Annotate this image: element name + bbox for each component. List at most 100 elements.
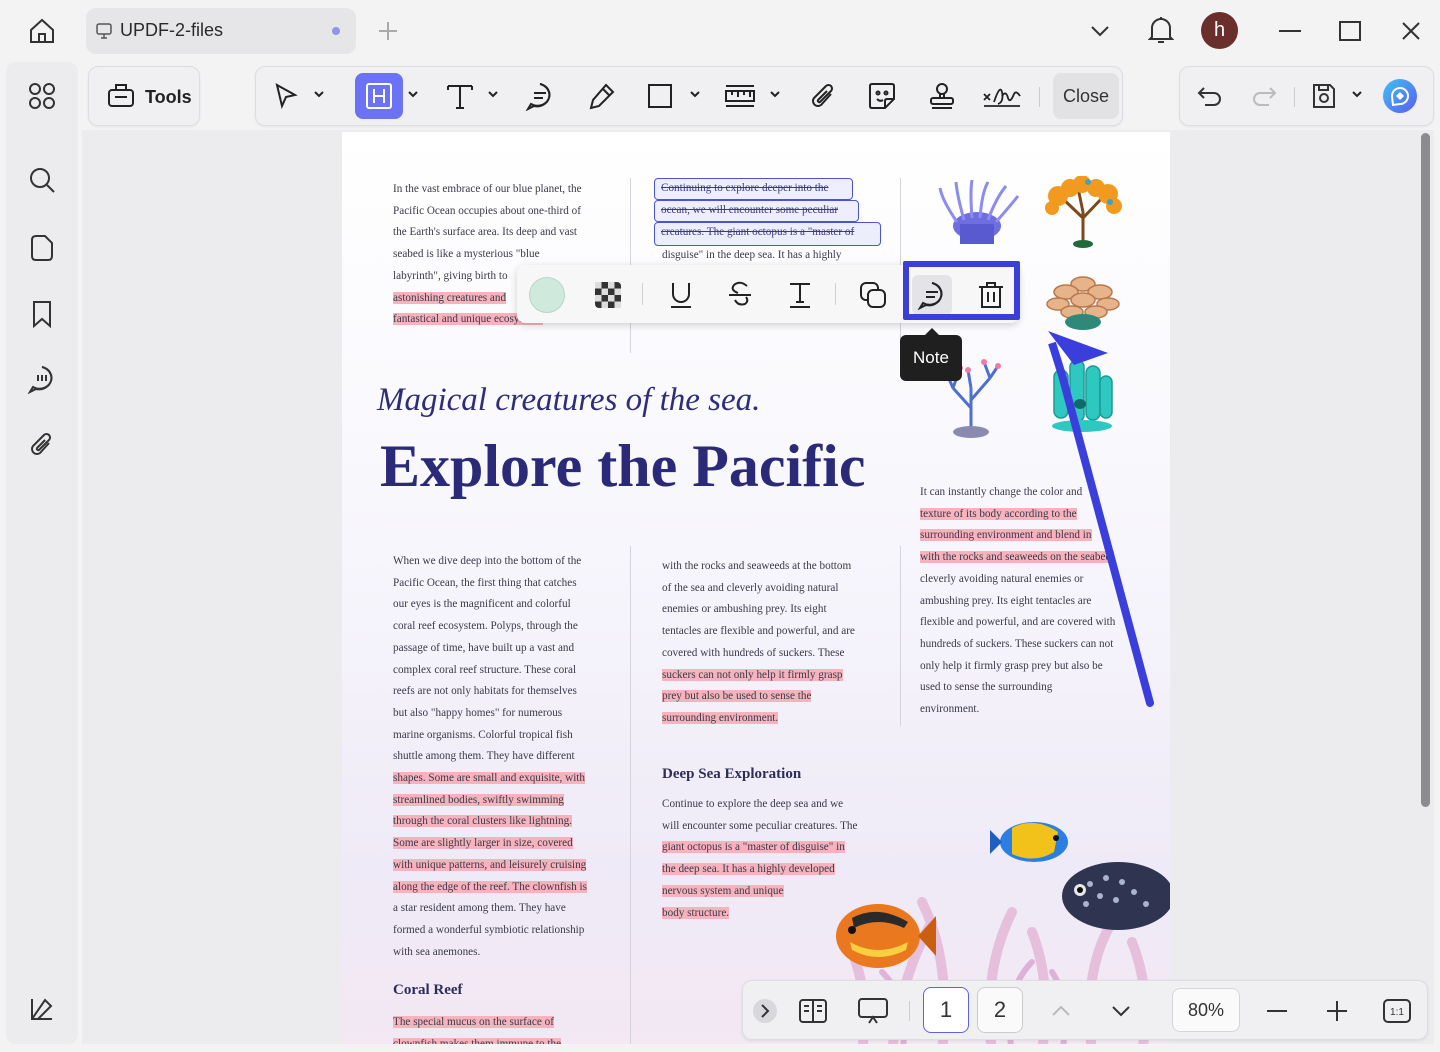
body-text: with the rocks and seaweeds at the botto… bbox=[662, 560, 852, 572]
avatar[interactable]: h bbox=[1201, 12, 1238, 49]
highlighted-text[interactable]: Some are slightly larger in size, covere… bbox=[393, 837, 573, 850]
redo-button[interactable] bbox=[1240, 73, 1288, 119]
highlighted-text[interactable]: along the edge of the reef. The clownfis… bbox=[393, 880, 587, 893]
previous-page-button[interactable] bbox=[1041, 991, 1081, 1031]
chevron-down-icon bbox=[1112, 1006, 1130, 1017]
highlighted-text[interactable]: suckers can not only help it firmly gras… bbox=[662, 668, 843, 681]
text-line: streamlined bodies, swiftly swimming bbox=[393, 790, 623, 812]
select-tool[interactable] bbox=[262, 73, 310, 119]
highlighted-text[interactable]: shapes. Some are small and exquisite, wi… bbox=[393, 772, 586, 785]
document-tab[interactable]: UPDF-2-files bbox=[86, 8, 356, 54]
minimize-icon[interactable] bbox=[1270, 11, 1310, 51]
underline-button[interactable] bbox=[661, 275, 701, 315]
next-page-button[interactable] bbox=[1101, 991, 1141, 1031]
selected-text-line[interactable]: creatures. The giant octopus is a "maste… bbox=[654, 222, 881, 246]
chevron-down-icon[interactable] bbox=[1350, 87, 1364, 101]
selected-text-line[interactable]: ocean, we will encounter some peculiar bbox=[654, 200, 859, 222]
text-column: with the rocks and seaweeds at the botto… bbox=[662, 556, 892, 730]
home-icon[interactable] bbox=[22, 11, 62, 51]
body-text: passage of time, have built up a vast an… bbox=[393, 641, 575, 654]
chevron-down-icon[interactable] bbox=[688, 87, 702, 101]
selected-text-line[interactable]: Continuing to explore deeper into the bbox=[654, 178, 853, 200]
undo-button[interactable] bbox=[1186, 73, 1234, 119]
page-2-button[interactable]: 2 bbox=[977, 987, 1023, 1033]
highlighted-text[interactable]: astonishing creatures and bbox=[393, 291, 507, 304]
ai-assistant-button[interactable] bbox=[1376, 73, 1424, 119]
body-text: complex coral reef structure. These cora… bbox=[393, 663, 577, 676]
sticker-tool[interactable] bbox=[858, 73, 906, 119]
toolbox-icon bbox=[108, 84, 134, 107]
copy-icon bbox=[860, 282, 886, 308]
measure-tool[interactable] bbox=[716, 73, 764, 119]
zoom-out-button[interactable] bbox=[1257, 991, 1297, 1031]
search-icon[interactable] bbox=[22, 160, 62, 200]
highlighted-text[interactable]: surrounding environment. bbox=[662, 711, 779, 724]
highlighted-text[interactable]: nervous system and unique bbox=[662, 884, 784, 897]
text-line: When we dive deep into the bottom of the bbox=[393, 551, 623, 573]
chevron-down-icon[interactable] bbox=[486, 87, 500, 101]
document-canvas[interactable]: In the vast embrace of our blue planet, … bbox=[82, 130, 1434, 1044]
popup-divider bbox=[835, 283, 836, 305]
strikethrough-button[interactable] bbox=[720, 275, 760, 315]
highlighted-text[interactable]: clownfish makes them immune to the bbox=[393, 1037, 562, 1044]
text-tool[interactable] bbox=[436, 73, 484, 119]
actual-size-button[interactable]: 1:1 bbox=[1377, 991, 1417, 1031]
signature-tool[interactable] bbox=[978, 73, 1026, 119]
tools-button[interactable]: Tools bbox=[88, 66, 200, 126]
bookmark-icon[interactable] bbox=[22, 294, 62, 334]
highlighted-text[interactable]: The special mucus on the surface of bbox=[393, 1016, 554, 1028]
pages-icon[interactable] bbox=[22, 228, 62, 268]
page-layout-button[interactable] bbox=[793, 991, 833, 1031]
close-tool-button[interactable]: Close bbox=[1053, 73, 1119, 119]
highlight-tool[interactable] bbox=[355, 73, 403, 119]
attachment-icon[interactable] bbox=[22, 425, 62, 465]
tabs-dropdown-chevron-icon[interactable] bbox=[1080, 11, 1120, 51]
vertical-scrollbar[interactable] bbox=[1421, 133, 1430, 807]
attach-file-tool[interactable] bbox=[799, 73, 847, 119]
maximize-icon[interactable] bbox=[1330, 11, 1370, 51]
zoom-in-button[interactable] bbox=[1317, 991, 1357, 1031]
body-text: of the sea and cleverly avoiding natural bbox=[662, 581, 839, 594]
highlighted-text[interactable]: prey but also be used to sense the bbox=[662, 690, 812, 703]
new-tab-plus-icon[interactable] bbox=[368, 11, 408, 51]
highlighted-text[interactable]: body structure. bbox=[662, 906, 730, 919]
presentation-button[interactable] bbox=[853, 991, 893, 1031]
chevron-down-icon[interactable] bbox=[312, 87, 326, 101]
highlighted-text[interactable]: streamlined bodies, swiftly swimming bbox=[393, 793, 564, 806]
color-picker-swatch[interactable] bbox=[527, 275, 567, 315]
left-sidebar bbox=[6, 62, 78, 1044]
strikethrough-icon bbox=[729, 281, 751, 306]
chevron-down-icon[interactable] bbox=[406, 87, 420, 101]
squiggly-text-button[interactable] bbox=[780, 275, 820, 315]
orange-coral-image bbox=[1045, 176, 1122, 248]
body-text: In the vast embrace of our blue planet, … bbox=[393, 183, 582, 195]
page-1-button[interactable]: 1 bbox=[923, 987, 969, 1033]
highlighted-text[interactable]: with unique patterns, and leisurely crui… bbox=[393, 858, 587, 871]
text-line: tentacles are flexible and powerful, and… bbox=[662, 621, 892, 643]
comment-tool[interactable] bbox=[516, 73, 564, 119]
copy-button[interactable] bbox=[853, 275, 893, 315]
comments-icon[interactable] bbox=[22, 359, 62, 399]
coral-reef-heading: Coral Reef bbox=[393, 982, 463, 998]
text-line: passage of time, have built up a vast an… bbox=[393, 638, 623, 660]
save-button[interactable] bbox=[1300, 73, 1348, 119]
text-line: surrounding environment. bbox=[662, 708, 892, 730]
monitor-icon bbox=[96, 23, 112, 39]
stamp-tool[interactable] bbox=[918, 73, 966, 119]
expand-bar-button[interactable] bbox=[745, 991, 785, 1031]
body-text: seabed is like a mysterious "blue bbox=[393, 248, 540, 261]
zoom-level-field[interactable]: 80% bbox=[1172, 988, 1240, 1032]
pencil-tool[interactable] bbox=[578, 73, 626, 119]
opacity-checker-icon[interactable] bbox=[588, 275, 628, 315]
signature-icon bbox=[983, 88, 1021, 107]
chevron-down-icon[interactable] bbox=[768, 87, 782, 101]
thumbnails-grid-icon[interactable] bbox=[22, 76, 62, 116]
text-line: with the rocks and seaweeds at the botto… bbox=[662, 556, 892, 578]
close-window-icon[interactable] bbox=[1391, 11, 1431, 51]
bell-icon[interactable] bbox=[1141, 10, 1181, 50]
redo-icon bbox=[1253, 87, 1277, 106]
shape-tool[interactable] bbox=[636, 73, 684, 119]
paperclip-icon bbox=[812, 83, 834, 107]
layers-icon[interactable] bbox=[22, 989, 62, 1029]
highlighted-text[interactable]: through the coral clusters like lightnin… bbox=[393, 815, 572, 828]
